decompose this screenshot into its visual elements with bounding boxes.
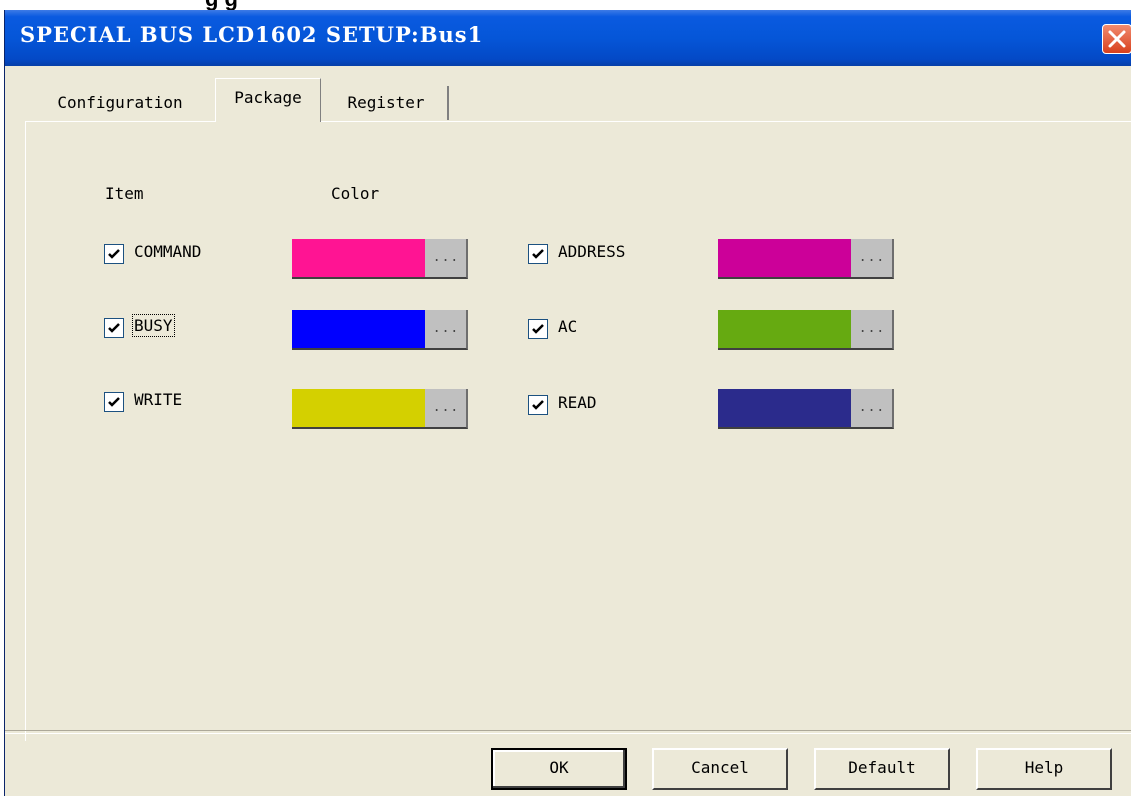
- write-color-swatch: [292, 389, 425, 427]
- close-icon: [1108, 30, 1126, 48]
- tab-register[interactable]: Register: [325, 86, 449, 120]
- address-color-button[interactable]: ...: [718, 239, 894, 279]
- read-color-button[interactable]: ...: [718, 389, 894, 429]
- ac-checkbox[interactable]: [528, 319, 548, 339]
- check-icon: [532, 400, 544, 410]
- check-icon: [108, 323, 120, 333]
- command-checkbox[interactable]: [104, 244, 124, 264]
- busy-checkbox[interactable]: [104, 318, 124, 338]
- ac-color-picker: ...: [852, 310, 892, 348]
- write-color-button[interactable]: ...: [292, 389, 468, 429]
- read-color-picker: ...: [852, 389, 892, 427]
- tab-configuration[interactable]: Configuration: [25, 86, 215, 120]
- ac-color-button[interactable]: ...: [718, 310, 894, 350]
- address-color-picker: ...: [852, 239, 892, 277]
- write-checkbox[interactable]: [104, 392, 124, 412]
- dialog-window: SPECIAL BUS LCD1602 SETUP:Bus1 Configura…: [4, 10, 1131, 796]
- help-button[interactable]: Help: [976, 748, 1112, 790]
- ac-label: AC: [558, 317, 578, 336]
- ok-button[interactable]: OK: [491, 748, 627, 790]
- busy-label: BUSY: [132, 314, 175, 337]
- read-checkbox[interactable]: [528, 395, 548, 415]
- check-icon: [532, 249, 544, 259]
- address-label: ADDRESS: [558, 242, 626, 261]
- command-label: COMMAND: [134, 242, 202, 261]
- color-header: Color: [331, 184, 380, 203]
- cancel-button[interactable]: Cancel: [652, 748, 788, 790]
- title-bar: SPECIAL BUS LCD1602 SETUP:Bus1: [5, 10, 1131, 66]
- command-color-picker: ...: [426, 239, 466, 277]
- package-panel: Item Color COMMAND ... BUSY ... WRITE ..…: [25, 121, 1131, 741]
- window-title: SPECIAL BUS LCD1602 SETUP:Bus1: [20, 22, 484, 47]
- read-color-swatch: [718, 389, 851, 427]
- check-icon: [532, 324, 544, 334]
- button-bar-divider: [5, 730, 1131, 734]
- check-icon: [108, 249, 120, 259]
- command-color-swatch: [292, 239, 425, 277]
- write-label: WRITE: [134, 390, 183, 409]
- ac-color-swatch: [718, 310, 851, 348]
- busy-color-button[interactable]: ...: [292, 310, 468, 350]
- default-button[interactable]: Default: [814, 748, 950, 790]
- read-label: READ: [558, 393, 597, 412]
- tab-package[interactable]: Package: [215, 78, 321, 122]
- write-color-picker: ...: [426, 389, 466, 427]
- busy-color-picker: ...: [426, 310, 466, 348]
- item-header: Item: [105, 184, 144, 203]
- check-icon: [108, 397, 120, 407]
- busy-color-swatch: [292, 310, 425, 348]
- command-color-button[interactable]: ...: [292, 239, 468, 279]
- address-color-swatch: [718, 239, 851, 277]
- close-button[interactable]: [1102, 24, 1131, 54]
- cropped-heading: g g: [0, 0, 1131, 10]
- address-checkbox[interactable]: [528, 244, 548, 264]
